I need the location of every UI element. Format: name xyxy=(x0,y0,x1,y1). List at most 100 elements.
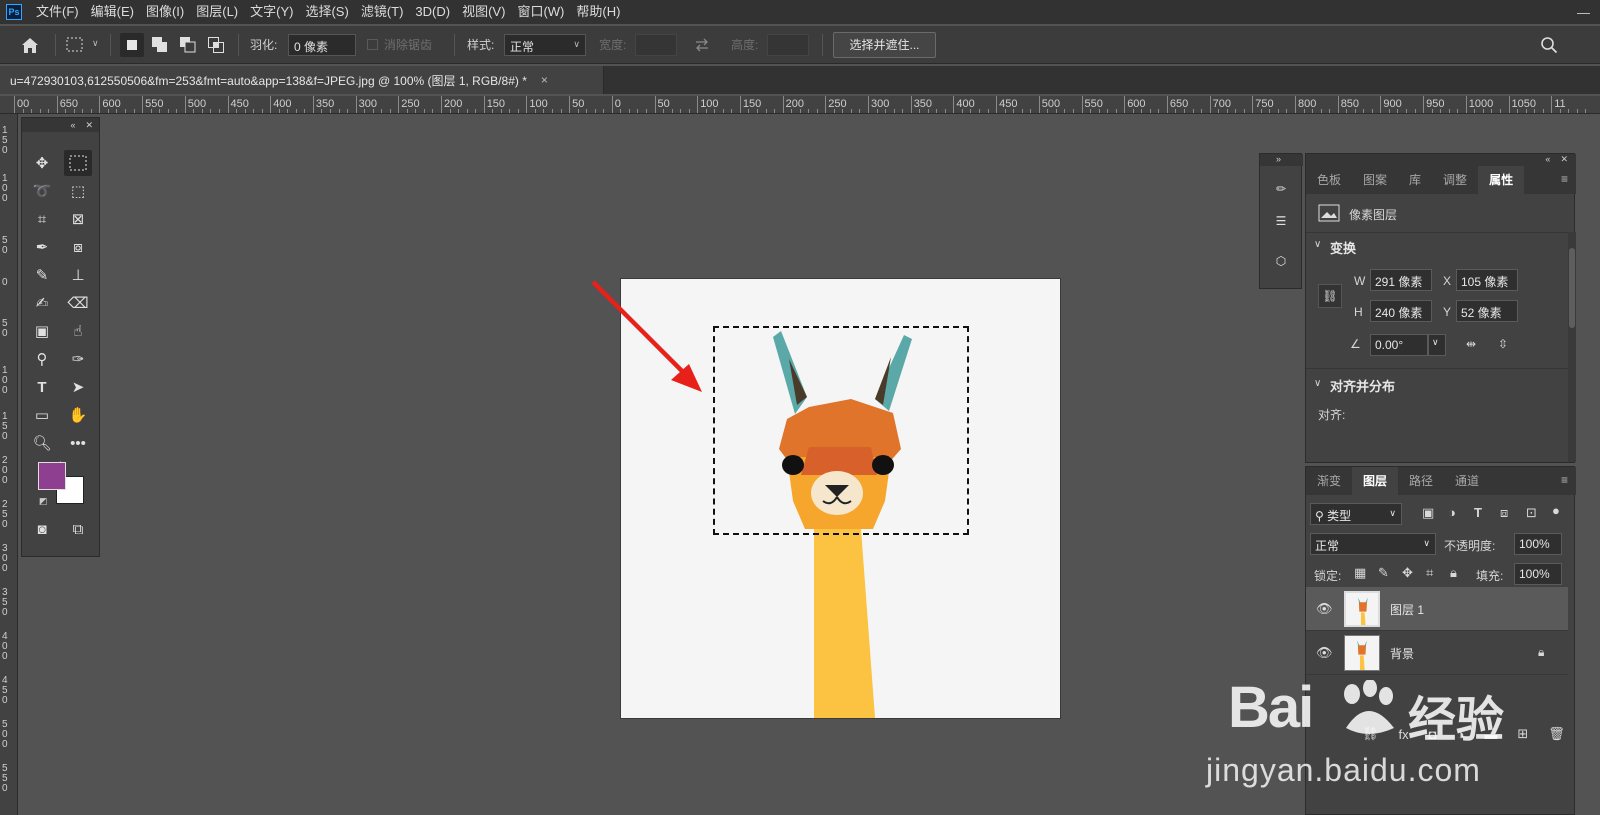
type-tool-icon[interactable]: T xyxy=(28,374,56,400)
visibility-eye-icon[interactable]: 👁︎ xyxy=(1316,601,1333,617)
menu-edit[interactable]: 编辑(E) xyxy=(85,0,140,24)
panel-menu-icon[interactable]: ≡ xyxy=(1561,473,1568,487)
filter-type-icon[interactable]: T xyxy=(1474,505,1482,520)
quick-mask-icon[interactable]: ◙ xyxy=(28,516,56,542)
brush-tool-icon[interactable]: ✎ xyxy=(28,262,56,288)
hand-tool-icon[interactable]: ✋ xyxy=(64,402,92,428)
chevron-down-icon[interactable]: ∨ xyxy=(1428,334,1446,356)
screen-mode-icon[interactable]: ⧉ xyxy=(64,516,92,542)
subtract-from-selection-icon[interactable] xyxy=(180,37,196,53)
tab-swatches[interactable]: 色板 xyxy=(1306,166,1352,194)
gradient-tool-icon[interactable]: ▣ xyxy=(28,318,56,344)
lock-position-icon[interactable]: ✥ xyxy=(1402,565,1413,581)
tab-libraries[interactable]: 库 xyxy=(1398,166,1432,194)
height-input[interactable] xyxy=(767,34,809,56)
adjustment-layer-icon[interactable]: ◑ xyxy=(1457,727,1465,742)
adjustments-sliders-icon[interactable]: ☰ xyxy=(1268,208,1294,234)
3d-cube-icon[interactable]: ⬡ xyxy=(1268,248,1294,274)
crop-tool-icon[interactable]: ⌗ xyxy=(28,206,56,232)
tab-adjustments[interactable]: 调整 xyxy=(1432,166,1478,194)
rectangle-tool-icon[interactable]: ▭ xyxy=(28,402,56,428)
collapse-panel-icon[interactable]: « xyxy=(1545,154,1550,164)
rect-marquee-tool-icon[interactable] xyxy=(64,150,92,176)
document-tab[interactable]: u=472930103,612550506&fm=253&fmt=auto&ap… xyxy=(0,66,604,94)
menu-help[interactable]: 帮助(H) xyxy=(570,0,626,24)
blend-mode-select[interactable]: 正常 ∨ xyxy=(1310,533,1436,555)
select-and-mask-button[interactable]: 选择并遮住... xyxy=(833,32,936,58)
add-mask-icon[interactable]: ◘ xyxy=(1429,727,1437,742)
patch-tool-icon[interactable]: ⧇ xyxy=(64,234,92,260)
chevron-down-icon[interactable]: ∨ xyxy=(1314,378,1321,389)
lock-artboard-icon[interactable]: ⌗ xyxy=(1426,565,1433,581)
dodge-tool-icon[interactable]: ⚲ xyxy=(28,346,56,372)
eraser-tool-icon[interactable]: ⌫ xyxy=(64,290,92,316)
close-panel-icon[interactable]: ✕ xyxy=(1560,154,1568,164)
antialias-checkbox[interactable] xyxy=(367,39,378,50)
new-selection-button[interactable] xyxy=(120,33,144,57)
opacity-input[interactable]: 100% xyxy=(1514,533,1562,555)
close-panel-icon[interactable]: ✕ xyxy=(85,120,93,131)
foreground-color-swatch[interactable] xyxy=(38,462,66,490)
stamp-tool-icon[interactable]: ⊥ xyxy=(64,262,92,288)
lock-transparent-icon[interactable]: ▦ xyxy=(1354,565,1366,581)
tab-paths[interactable]: 路径 xyxy=(1398,467,1444,495)
tab-patterns[interactable]: 图案 xyxy=(1352,166,1398,194)
close-tab-icon[interactable]: × xyxy=(541,73,548,87)
layer-row[interactable]: 👁︎ 图层 1 xyxy=(1306,587,1568,631)
history-brush-tool-icon[interactable]: ✍ xyxy=(28,290,56,316)
smudge-tool-icon[interactable]: ☝ xyxy=(64,318,92,344)
add-to-selection-icon[interactable] xyxy=(152,37,168,53)
filter-smart-object-icon[interactable]: ⊡ xyxy=(1526,505,1537,521)
angle-input[interactable]: 0.00° xyxy=(1370,334,1428,356)
visibility-eye-icon[interactable]: 👁︎ xyxy=(1316,645,1333,661)
move-tool-icon[interactable]: ✥ xyxy=(28,150,56,176)
object-select-tool-icon[interactable]: ⬚ xyxy=(64,178,92,204)
filter-pixel-icon[interactable]: ▣ xyxy=(1422,505,1434,521)
collapse-panel-icon[interactable]: « xyxy=(70,120,75,130)
home-icon[interactable] xyxy=(20,36,40,54)
trash-icon[interactable]: 🗑︎ xyxy=(1548,726,1565,742)
pen-tool-icon[interactable]: ✑ xyxy=(64,346,92,372)
zoom-tool-icon[interactable]: 🔍︎ xyxy=(28,430,56,456)
tab-properties[interactable]: 属性 xyxy=(1478,166,1525,194)
menu-select[interactable]: 选择(S) xyxy=(299,0,354,24)
path-select-tool-icon[interactable]: ➤ xyxy=(64,374,92,400)
filter-shape-icon[interactable]: ⧈ xyxy=(1500,505,1508,521)
minimize-button[interactable]: — xyxy=(1577,5,1590,20)
menu-window[interactable]: 窗口(W) xyxy=(511,0,570,24)
filter-toggle-icon[interactable]: ● xyxy=(1552,503,1560,518)
menu-image[interactable]: 图像(I) xyxy=(140,0,190,24)
flip-vertical-icon[interactable]: ⇳ xyxy=(1498,337,1508,351)
default-colors-icon[interactable]: ◩ xyxy=(39,496,49,506)
y-input[interactable]: 52 像素 xyxy=(1456,300,1518,322)
eyedropper-tool-icon[interactable]: ✒ xyxy=(28,234,56,260)
selection-marquee[interactable] xyxy=(713,326,969,535)
layer-row[interactable]: 👁︎ 背景 🔒︎ xyxy=(1306,631,1568,675)
tab-channels[interactable]: 通道 xyxy=(1444,467,1490,495)
new-group-icon[interactable]: ▬ xyxy=(1484,727,1497,742)
chevron-down-icon[interactable]: ∨ xyxy=(92,38,99,49)
x-input[interactable]: 105 像素 xyxy=(1456,269,1518,291)
width-input[interactable] xyxy=(635,34,677,56)
menu-file[interactable]: 文件(F) xyxy=(30,0,85,24)
filter-adjustment-icon[interactable]: ◑ xyxy=(1448,505,1456,520)
search-icon[interactable] xyxy=(1540,36,1558,54)
menu-3d[interactable]: 3D(D) xyxy=(409,0,456,24)
menu-filter[interactable]: 滤镜(T) xyxy=(355,0,410,24)
expand-dock-icon[interactable]: » xyxy=(1260,154,1303,166)
layer-filter-select[interactable]: ⚲ 类型 ∨ xyxy=(1310,503,1402,525)
chevron-down-icon[interactable]: ∨ xyxy=(1314,239,1321,250)
lock-all-icon[interactable]: 🔒︎ xyxy=(1450,565,1457,581)
link-layers-icon[interactable]: ⛓ xyxy=(1362,726,1379,742)
menu-type[interactable]: 文字(Y) xyxy=(244,0,299,24)
swap-width-height-icon[interactable] xyxy=(694,38,710,52)
lock-image-icon[interactable]: ✎ xyxy=(1378,565,1389,581)
properties-scrollbar[interactable] xyxy=(1568,232,1576,462)
width-input[interactable]: 291 像素 xyxy=(1370,269,1432,291)
feather-input[interactable]: 0 像素 xyxy=(288,34,356,56)
new-layer-icon[interactable]: ⊞ xyxy=(1517,726,1528,742)
panel-menu-icon[interactable]: ≡ xyxy=(1561,172,1568,186)
brush-settings-icon[interactable]: ✏ xyxy=(1268,176,1294,202)
menu-layer[interactable]: 图层(L) xyxy=(190,0,244,24)
fill-input[interactable]: 100% xyxy=(1514,563,1562,585)
